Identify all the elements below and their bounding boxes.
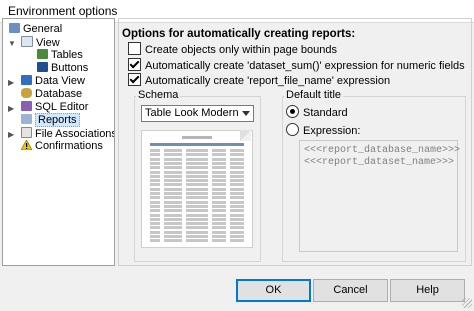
tree-item-confirmations[interactable]: Confirmations xyxy=(20,139,103,153)
schema-label: Schema xyxy=(136,89,181,101)
preview-row xyxy=(150,200,244,204)
options-heading: Options for automatically creating repor… xyxy=(122,28,356,40)
tree-item-data-view[interactable]: Data View xyxy=(21,75,85,88)
expression-line: <<<report_database_name>>> xyxy=(304,145,461,156)
cancel-button[interactable]: Cancel xyxy=(313,279,388,302)
tables-icon xyxy=(37,49,48,59)
preview-row xyxy=(150,187,244,191)
page-fold-icon xyxy=(240,130,251,141)
preview-row xyxy=(150,217,244,221)
radio-dot[interactable] xyxy=(286,123,299,136)
checkbox-box[interactable] xyxy=(128,58,141,71)
chevron-down-icon[interactable] xyxy=(242,111,250,116)
preview-row xyxy=(150,153,244,157)
preview-row xyxy=(150,209,244,213)
tree-item-view[interactable]: View xyxy=(21,36,60,49)
preview-row xyxy=(150,222,244,226)
buttons-icon xyxy=(37,62,48,72)
standard-radio[interactable]: Standard xyxy=(286,105,348,119)
preview-row xyxy=(150,183,244,187)
preview-row xyxy=(150,166,244,170)
tree-item-file-associations[interactable]: File Associations xyxy=(21,127,114,140)
schema-preview xyxy=(141,130,253,248)
view-icon xyxy=(21,36,33,47)
default-title-label: Default title xyxy=(284,89,344,101)
preview-row xyxy=(150,174,244,178)
preview-row xyxy=(150,213,244,217)
sql-editor-icon xyxy=(21,101,32,111)
tree-item-reports[interactable]: Reports xyxy=(21,113,80,127)
expression-line: <<<report_dataset_name>>> xyxy=(304,157,455,168)
preview-row xyxy=(150,170,244,174)
expand-icon[interactable]: ▶ xyxy=(8,131,15,139)
collapse-icon[interactable]: ▼ xyxy=(8,40,16,48)
tree-item-general[interactable]: General xyxy=(9,23,62,36)
options-tree[interactable]: General ▼ View Tables Buttons ▶ Data Vie… xyxy=(2,18,115,266)
preview-row xyxy=(150,196,244,200)
general-icon xyxy=(9,23,20,33)
preview-row xyxy=(150,204,244,208)
tree-item-buttons[interactable]: Buttons xyxy=(37,62,88,75)
confirmations-icon xyxy=(20,139,33,151)
data-view-icon xyxy=(21,75,32,85)
database-icon xyxy=(21,88,32,98)
expand-icon[interactable]: ▶ xyxy=(8,79,15,87)
preview-row xyxy=(150,230,244,234)
ok-button[interactable]: OK xyxy=(236,279,311,302)
preview-row xyxy=(150,157,244,161)
expression-field[interactable]: <<<report_database_name>>> <<<report_dat… xyxy=(299,140,461,252)
auto-dataset-sum-checkbox[interactable]: Automatically create 'dataset_sum()' exp… xyxy=(128,58,465,72)
tree-item-tables[interactable]: Tables xyxy=(37,49,83,62)
preview-row xyxy=(150,161,244,165)
expression-radio[interactable]: Expression: xyxy=(286,123,360,137)
checkbox-box[interactable] xyxy=(128,73,141,86)
schema-select-value: Table Look Modern xyxy=(145,107,239,119)
expand-icon[interactable]: ▶ xyxy=(8,105,15,113)
preview-row xyxy=(150,235,244,238)
window-title: Environment options xyxy=(8,4,118,18)
reports-icon xyxy=(21,114,32,124)
preview-row xyxy=(150,226,244,230)
preview-row xyxy=(150,149,244,152)
create-within-bounds-checkbox[interactable]: Create objects only within page bounds xyxy=(128,42,337,56)
radio-dot[interactable] xyxy=(286,105,299,118)
checkbox-box[interactable] xyxy=(128,42,141,55)
schema-select[interactable]: Table Look Modern xyxy=(141,105,254,122)
resize-grip[interactable] xyxy=(462,298,472,308)
help-button[interactable]: Help xyxy=(390,279,465,302)
preview-row xyxy=(150,239,244,243)
preview-row xyxy=(150,192,244,195)
file-associations-icon xyxy=(21,127,32,138)
tree-item-database[interactable]: Database xyxy=(21,88,82,101)
preview-row xyxy=(150,179,244,183)
auto-report-file-name-checkbox[interactable]: Automatically create 'report_file_name' … xyxy=(128,73,390,87)
